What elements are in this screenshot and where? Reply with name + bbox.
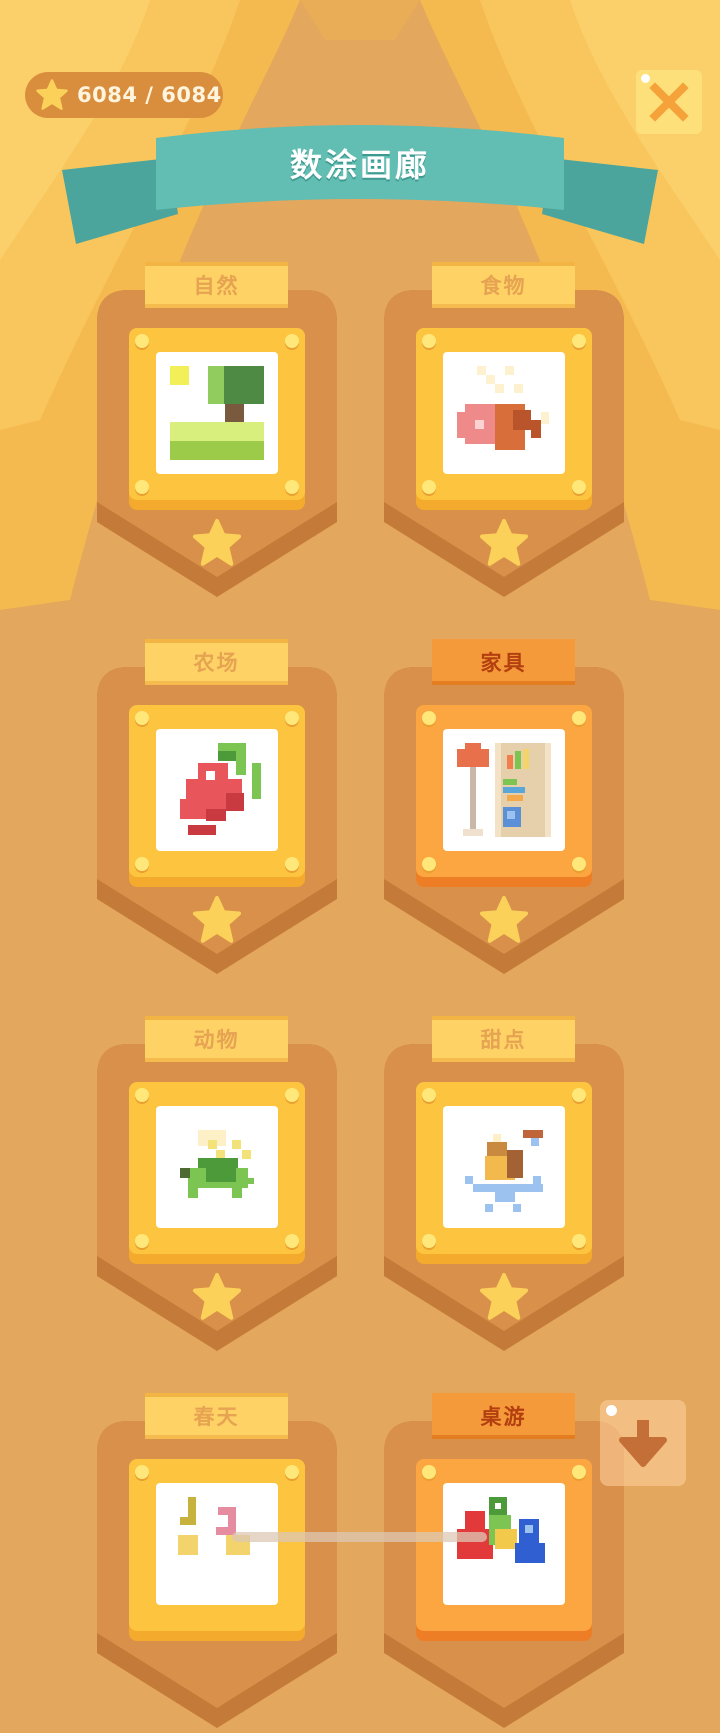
- rivet: [135, 1088, 149, 1102]
- star-icon: [479, 1272, 529, 1320]
- picture-frame: [416, 328, 592, 500]
- title-ribbon: 数涂画廊: [60, 118, 660, 248]
- star-icon: [192, 895, 242, 943]
- rivet: [572, 1465, 586, 1479]
- category-label: 食物: [432, 262, 575, 308]
- score-counter: 6084 / 6084: [25, 72, 223, 118]
- category-label: 桌游: [432, 1393, 575, 1439]
- pepper-pixel-art: [156, 729, 278, 851]
- category-label: 动物: [145, 1016, 288, 1062]
- furniture-pixel-art: [443, 729, 565, 851]
- picture-frame: [129, 1459, 305, 1631]
- rivet: [572, 480, 586, 494]
- rivet: [572, 334, 586, 348]
- category-card-spring[interactable]: 春天: [97, 1393, 337, 1733]
- rivet: [285, 711, 299, 725]
- tree-pixel-art: [156, 352, 278, 474]
- rivet: [135, 334, 149, 348]
- rivet: [135, 1234, 149, 1248]
- rivet: [135, 1465, 149, 1479]
- category-card-animals[interactable]: 动物: [97, 1016, 337, 1356]
- category-label: 春天: [145, 1393, 288, 1439]
- star-icon: [479, 895, 529, 943]
- rivet: [422, 711, 436, 725]
- category-label: 甜点: [432, 1016, 575, 1062]
- rivet: [572, 857, 586, 871]
- category-card-furniture[interactable]: 家具: [384, 639, 624, 979]
- highlight-dot: [606, 1405, 617, 1416]
- picture-frame: [129, 705, 305, 877]
- spring-pixel-art: [156, 1483, 278, 1605]
- highlight-dot: [641, 74, 650, 83]
- rivet: [135, 857, 149, 871]
- picture-frame: [129, 328, 305, 500]
- score-text: 6084 / 6084: [77, 83, 222, 107]
- category-label: 自然: [145, 262, 288, 308]
- category-card-food[interactable]: 食物: [384, 262, 624, 602]
- close-icon: [649, 82, 689, 122]
- picture-frame: [129, 1082, 305, 1254]
- rivet: [285, 1234, 299, 1248]
- category-card-board-games[interactable]: 桌游: [384, 1393, 624, 1733]
- dessert-pixel-art: [443, 1106, 565, 1228]
- rivet: [285, 857, 299, 871]
- rivet: [135, 711, 149, 725]
- rivet: [285, 1088, 299, 1102]
- page-title: 数涂画廊: [289, 146, 430, 184]
- ham-pixel-art: [443, 352, 565, 474]
- category-label: 农场: [145, 639, 288, 685]
- rivet: [285, 480, 299, 494]
- rivet: [285, 1465, 299, 1479]
- star-icon: [192, 1272, 242, 1320]
- rivet: [422, 857, 436, 871]
- scroll-indicator[interactable]: [232, 1532, 487, 1542]
- rivet: [572, 1088, 586, 1102]
- rivet: [285, 334, 299, 348]
- rivet: [422, 1465, 436, 1479]
- star-icon: [479, 518, 529, 566]
- rivet: [422, 334, 436, 348]
- picture-frame: [416, 1459, 592, 1631]
- rivet: [572, 1234, 586, 1248]
- category-card-desserts[interactable]: 甜点: [384, 1016, 624, 1356]
- rivet: [422, 480, 436, 494]
- turtle-pixel-art: [156, 1106, 278, 1228]
- rivet: [572, 711, 586, 725]
- category-label: 家具: [432, 639, 575, 685]
- rivet: [135, 480, 149, 494]
- star-icon: [192, 518, 242, 566]
- rivet: [422, 1234, 436, 1248]
- star-icon: [36, 79, 68, 110]
- category-card-farm[interactable]: 农场: [97, 639, 337, 979]
- picture-frame: [416, 1082, 592, 1254]
- category-card-nature[interactable]: 自然: [97, 262, 337, 602]
- board-game-pixel-art: [443, 1483, 565, 1605]
- picture-frame: [416, 705, 592, 877]
- scroll-down-button[interactable]: [600, 1400, 686, 1486]
- rivet: [422, 1088, 436, 1102]
